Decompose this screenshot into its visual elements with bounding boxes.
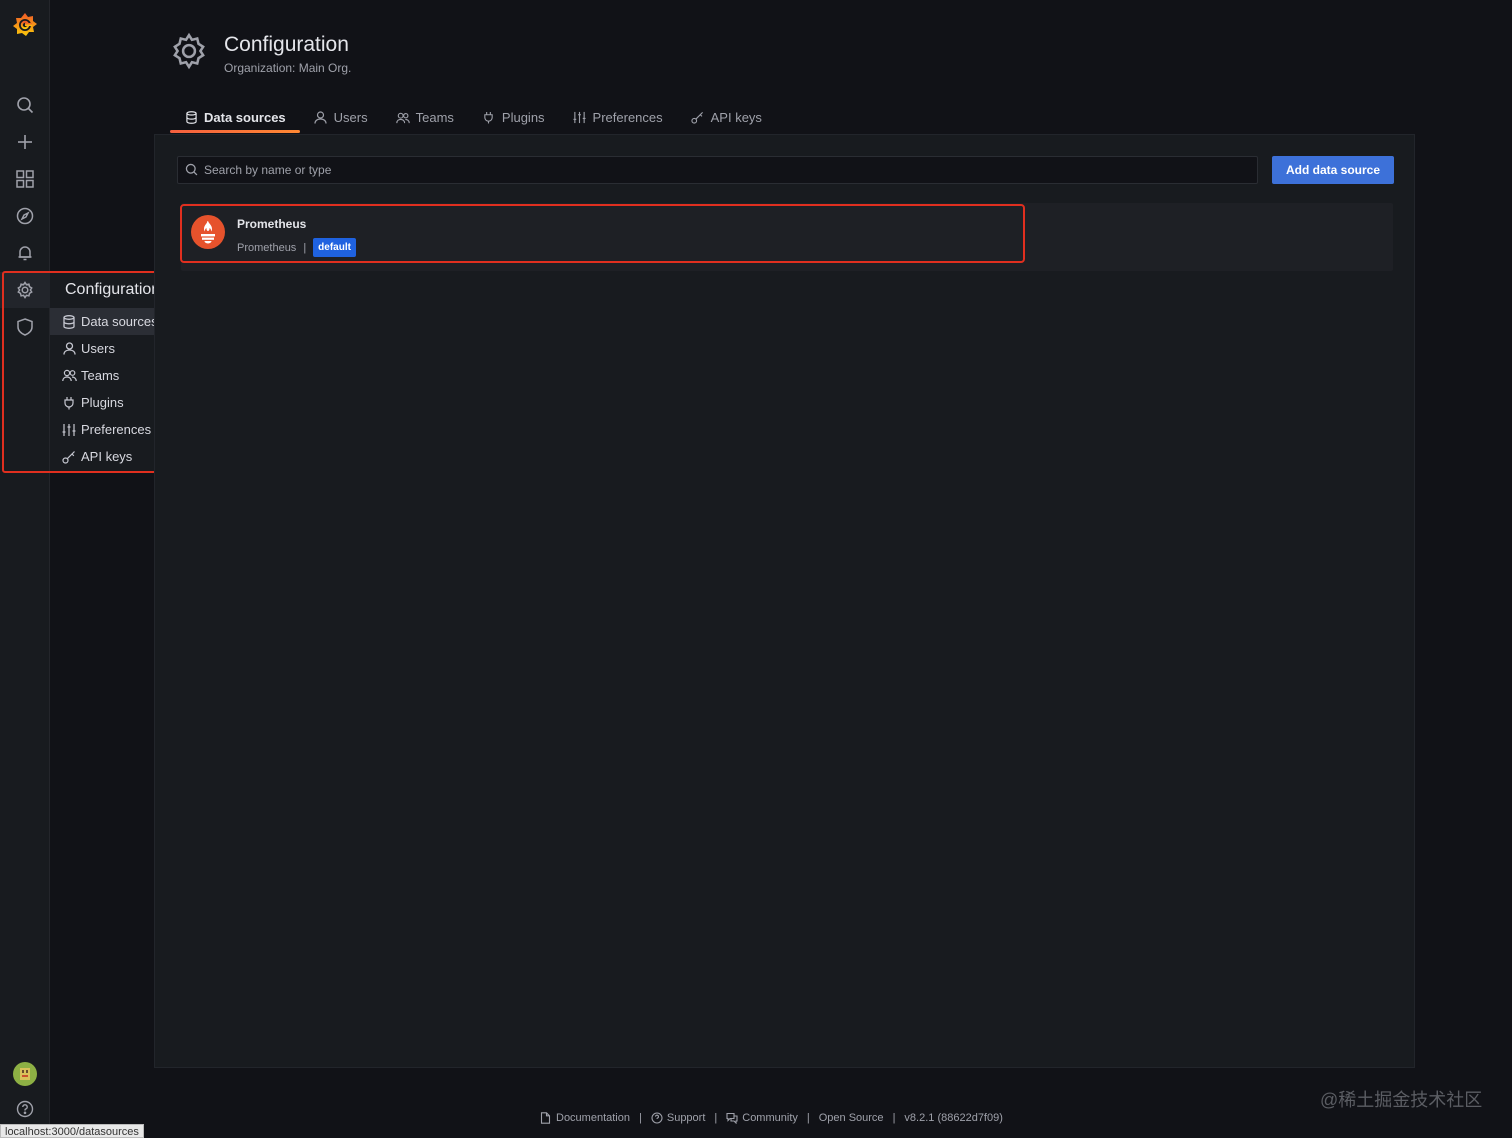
footer-version-label: v8.2.1 (88622d7f09) — [904, 1112, 1003, 1124]
grafana-logo-icon[interactable] — [0, 6, 50, 44]
separator: | — [303, 241, 307, 254]
footer-link-documentation[interactable]: Documentation — [540, 1112, 630, 1124]
data-sources-panel: Add data source Prometheus Prometheus | … — [154, 134, 1415, 1068]
comments-icon — [726, 1112, 738, 1124]
tab-label: Teams — [415, 110, 454, 125]
key-icon — [61, 449, 77, 465]
plug-icon — [61, 395, 77, 411]
key-icon — [691, 111, 705, 125]
tab-label: API keys — [710, 110, 762, 125]
search-box[interactable] — [177, 156, 1258, 184]
prometheus-logo-icon — [191, 215, 225, 249]
flyout-item-label: API keys — [81, 449, 133, 464]
dashboards-icon[interactable] — [0, 161, 50, 197]
flyout-item-label: Data sources — [81, 314, 158, 329]
search-icon — [185, 163, 199, 177]
footer: Documentation | Support | Community | Op… — [540, 1112, 1003, 1124]
alerting-icon[interactable] — [0, 235, 50, 271]
sliders-icon — [61, 422, 77, 438]
datasource-name: Prometheus — [237, 217, 307, 231]
default-badge: default — [313, 238, 356, 257]
document-icon — [540, 1112, 552, 1124]
tab-users[interactable]: Users — [300, 102, 382, 133]
footer-version[interactable]: v8.2.1 (88622d7f09) — [904, 1112, 1002, 1124]
datasource-card-prometheus[interactable]: Prometheus Prometheus | default — [181, 203, 1393, 271]
tab-label: Preferences — [592, 110, 663, 125]
tab-preferences[interactable]: Preferences — [559, 102, 677, 133]
footer-link-label: Support — [666, 1112, 706, 1124]
configuration-icon — [170, 32, 208, 70]
separator: | — [714, 1112, 718, 1124]
tab-teams[interactable]: Teams — [382, 102, 468, 133]
tab-label: Users — [333, 110, 368, 125]
separator: | — [806, 1112, 810, 1124]
tab-label: Data sources — [204, 110, 286, 125]
tab-bar: Data sources Users Teams Plugins Prefere… — [170, 102, 776, 133]
users-icon — [61, 368, 77, 384]
plug-icon — [482, 111, 496, 125]
separator: | — [892, 1112, 896, 1124]
plus-icon[interactable] — [0, 124, 50, 160]
tab-label: Plugins — [501, 110, 545, 125]
footer-link-community[interactable]: Community — [726, 1112, 798, 1124]
user-icon — [61, 341, 77, 357]
sliders-icon — [573, 111, 587, 125]
datasource-type: Prometheus — [237, 241, 297, 254]
status-bar-url: localhost:3000/datasources — [0, 1124, 144, 1138]
flyout-item-label: Preferences — [81, 422, 152, 437]
tab-data-sources[interactable]: Data sources — [170, 102, 300, 133]
tab-api-keys[interactable]: API keys — [677, 102, 776, 133]
users-icon — [395, 111, 410, 125]
footer-link-label: Community — [742, 1112, 798, 1124]
datasource-meta: Prometheus | default — [237, 238, 356, 257]
separator: | — [639, 1112, 642, 1124]
flyout-item-label: Plugins — [81, 395, 124, 410]
add-data-source-button[interactable]: Add data source — [1272, 156, 1394, 184]
configuration-icon[interactable] — [0, 272, 50, 308]
footer-link-label: Open Source — [818, 1112, 884, 1124]
help-icon[interactable] — [0, 1091, 50, 1127]
page-header: Configuration Organization: Main Org. — [170, 32, 351, 75]
watermark: @稀土掘金技术社区 — [1320, 1090, 1483, 1110]
page-subtitle: Organization: Main Org. — [224, 61, 352, 75]
server-admin-icon[interactable] — [0, 309, 50, 345]
user-icon — [314, 111, 328, 125]
flyout-item-label: Users — [81, 341, 115, 356]
database-icon — [61, 314, 77, 330]
footer-link-support[interactable]: Support — [651, 1112, 706, 1124]
question-icon — [651, 1112, 663, 1124]
sidebar — [0, 0, 50, 1138]
avatar[interactable] — [0, 1056, 50, 1092]
database-icon — [184, 111, 198, 125]
page-title: Configuration — [224, 33, 349, 56]
tab-plugins[interactable]: Plugins — [468, 102, 559, 133]
explore-icon[interactable] — [0, 198, 50, 234]
footer-link-open-source[interactable]: Open Source — [819, 1112, 884, 1124]
search-icon[interactable] — [0, 87, 50, 123]
search-input[interactable] — [204, 163, 1204, 177]
flyout-item-label: Teams — [81, 368, 120, 383]
footer-link-label: Documentation — [556, 1112, 630, 1124]
